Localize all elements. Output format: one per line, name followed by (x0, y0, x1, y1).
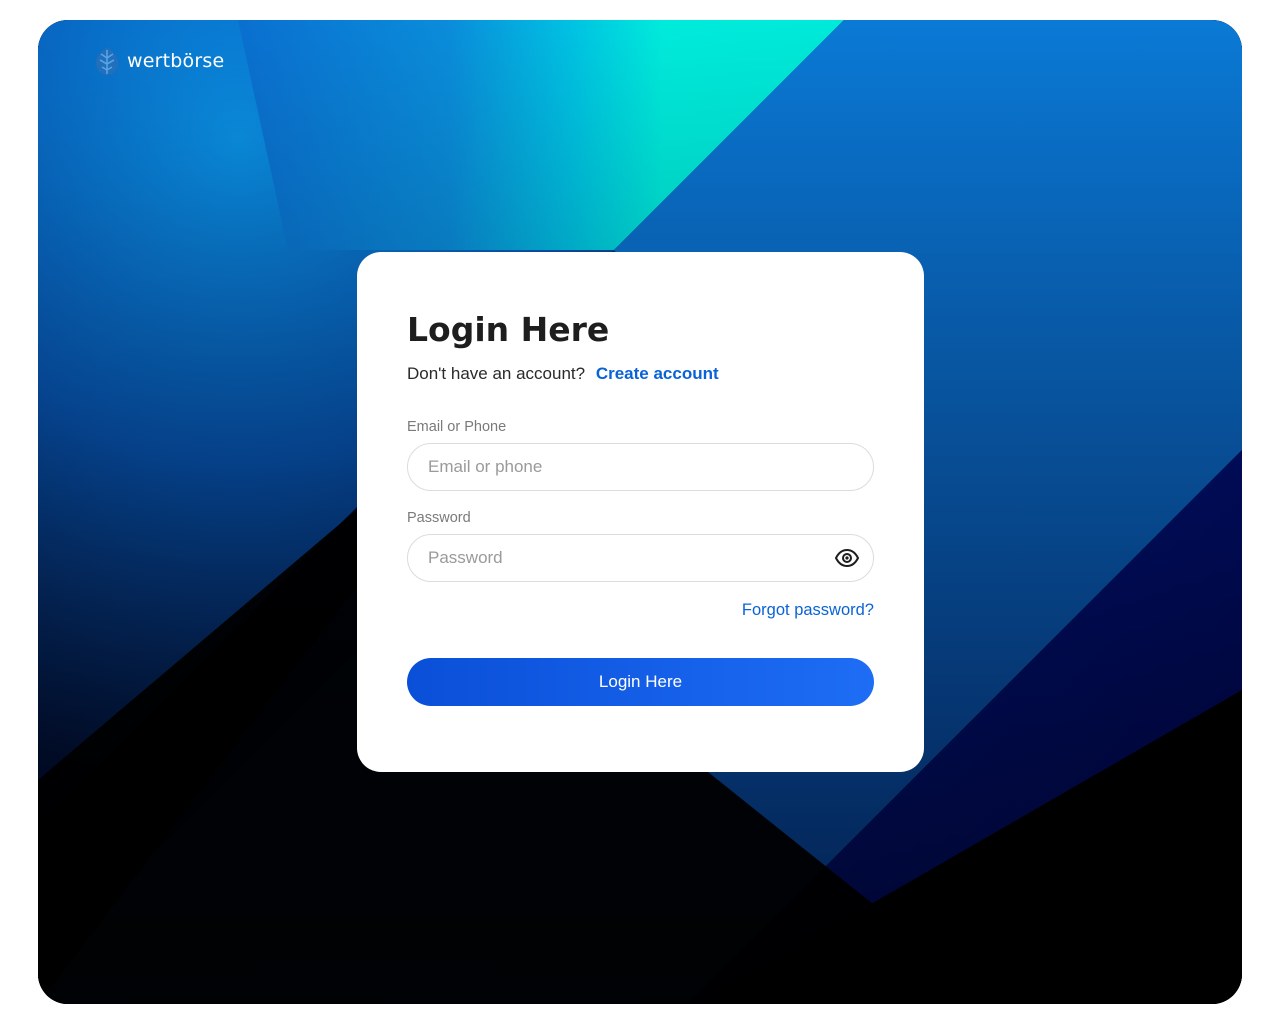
login-background: wertbörse Login Here Don't have an accou… (38, 20, 1242, 1004)
email-field-wrapper (407, 443, 874, 491)
forgot-password-link[interactable]: Forgot password? (742, 601, 874, 619)
brand-name: wertbörse (127, 50, 225, 72)
email-label: Email or Phone (407, 419, 507, 435)
email-input[interactable] (407, 443, 874, 491)
forgot-password-row: Forgot password? (407, 601, 874, 621)
page-title: Login Here (407, 310, 610, 349)
login-button[interactable]: Login Here (407, 658, 874, 706)
signup-prompt: Don't have an account? Create account (407, 363, 874, 385)
password-input[interactable] (407, 534, 874, 582)
create-account-link[interactable]: Create account (596, 364, 719, 383)
password-field-wrapper (407, 534, 874, 582)
login-card: Login Here Don't have an account? Create… (357, 252, 924, 772)
password-label: Password (407, 510, 471, 526)
no-account-text: Don't have an account? (407, 364, 586, 383)
eye-icon[interactable] (834, 546, 860, 570)
brand[interactable]: wertbörse (93, 44, 224, 78)
leaf-logo-icon (96, 47, 118, 75)
